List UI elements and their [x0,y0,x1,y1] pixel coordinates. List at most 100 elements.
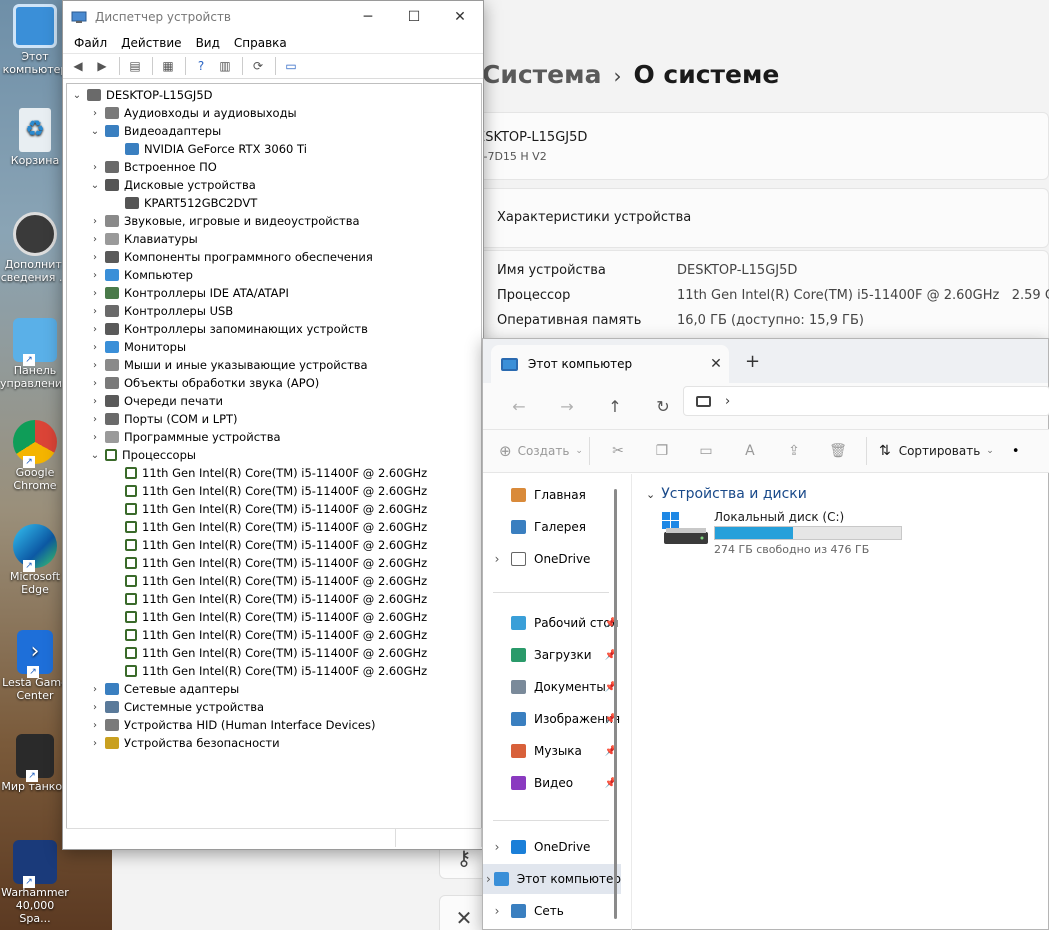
up-arrow-icon[interactable]: ↑ [591,397,639,416]
chevron-right-icon[interactable]: › [89,684,101,695]
tree-device[interactable]: 11th Gen Intel(R) Core(TM) i5-11400F @ 2… [67,626,481,644]
desktop-icon-lesta[interactable]: › ↗ Lesta Game Center [0,630,70,702]
chevron-down-icon[interactable]: ⌄ [89,126,101,137]
nav-scrollbar[interactable] [614,489,617,919]
nav-item[interactable]: Видео 📌 [483,768,621,798]
desktop-icon-extra-info[interactable]: Дополнит. сведения ... [0,212,70,284]
desktop-icon-warhammer[interactable]: ↗ Warhammer 40,000 Spa... [0,840,70,925]
tree-root[interactable]: ⌄ DESKTOP-L15GJ5D [67,86,481,104]
refresh-icon[interactable]: ↻ [639,397,687,416]
tree-device[interactable]: 11th Gen Intel(R) Core(TM) i5-11400F @ 2… [67,644,481,662]
chevron-right-icon[interactable]: › [483,872,494,886]
chevron-right-icon[interactable]: › [89,702,101,713]
chevron-down-icon[interactable]: ⌄ [71,90,83,101]
nav-item[interactable]: › Сеть [483,896,621,926]
cut-icon[interactable]: ✂ [596,443,640,459]
tree-device[interactable]: 11th Gen Intel(R) Core(TM) i5-11400F @ 2… [67,590,481,608]
create-button[interactable]: ⊕ Создать ⌄ [499,442,583,460]
details-icon[interactable]: ▥ [214,56,236,76]
drive-name[interactable]: Локальный диск (C:) [714,510,844,524]
tree-category[interactable]: › Устройства безопасности [67,734,481,752]
copy-icon[interactable]: ❐ [640,443,684,459]
chevron-right-icon[interactable]: › [89,324,101,335]
tree-category[interactable]: › Встроенное ПО [67,158,481,176]
tree-device[interactable]: 11th Gen Intel(R) Core(TM) i5-11400F @ 2… [67,500,481,518]
title-bar[interactable]: Диспетчер устройств ─ ☐ ✕ [63,1,483,33]
tree-device[interactable]: 11th Gen Intel(R) Core(TM) i5-11400F @ 2… [67,482,481,500]
tree-device[interactable]: 11th Gen Intel(R) Core(TM) i5-11400F @ 2… [67,554,481,572]
chevron-right-icon[interactable]: › [483,904,511,918]
tab-this-pc[interactable]: Этот компьютер ✕ [491,345,729,383]
tree-category[interactable]: › Компьютер [67,266,481,284]
close-tab-icon[interactable]: ✕ [703,356,729,372]
chevron-right-icon[interactable]: › [89,252,101,263]
nav-item[interactable]: Музыка 📌 [483,736,621,766]
scan-hardware-icon[interactable]: ▭ [280,56,302,76]
chevron-right-icon[interactable]: › [89,720,101,731]
chevron-right-icon[interactable]: › [89,216,101,227]
tree-device[interactable]: NVIDIA GeForce RTX 3060 Ti [67,140,481,158]
desktop-icon-control-panel[interactable]: ↗ Панель управлени... [0,318,73,390]
update-driver-icon[interactable]: ⟳ [247,56,269,76]
tree-category[interactable]: › Компоненты программного обеспечения [67,248,481,266]
tree-view-icon[interactable]: ▤ [124,56,146,76]
chevron-right-icon[interactable]: › [89,162,101,173]
tree-category[interactable]: › Звуковые, игровые и видеоустройства [67,212,481,230]
tree-device[interactable]: 11th Gen Intel(R) Core(TM) i5-11400F @ 2… [67,662,481,680]
menu-file[interactable]: Файл [67,36,114,50]
breadcrumb-parent[interactable]: Система [482,60,601,89]
tree-category[interactable]: ⌄ Процессоры [67,446,481,464]
desktop-icon-recycle-bin[interactable]: ♻ Корзина [0,108,70,167]
tree-category[interactable]: › Контроллеры USB [67,302,481,320]
rename-icon[interactable]: A [728,443,772,459]
tree-category[interactable]: › Контроллеры запоминающих устройств [67,320,481,338]
chevron-down-icon[interactable]: ⌄ [89,180,101,191]
chevron-right-icon[interactable]: › [483,552,511,566]
more-icon[interactable]: • [1012,444,1020,459]
nav-item[interactable]: Рабочий стол 📌 [483,608,621,638]
tree-device[interactable]: 11th Gen Intel(R) Core(TM) i5-11400F @ 2… [67,518,481,536]
device-tree[interactable]: ⌄ DESKTOP-L15GJ5D › Аудиовходы и аудиовых… [66,83,482,829]
chevron-right-icon[interactable]: › [89,396,101,407]
tree-category[interactable]: › Устройства HID (Human Interface Devices… [67,716,481,734]
tree-device[interactable]: 11th Gen Intel(R) Core(TM) i5-11400F @ 2… [67,572,481,590]
nav-item[interactable]: Главная [483,480,621,510]
tree-category[interactable]: › Клавиатуры [67,230,481,248]
chevron-down-icon[interactable]: ⌄ [89,450,101,461]
chevron-right-icon[interactable]: › [89,360,101,371]
chevron-right-icon[interactable]: › [89,288,101,299]
nav-item[interactable]: Загрузки 📌 [483,640,621,670]
chevron-right-icon[interactable]: › [725,394,730,409]
nav-item[interactable]: Изображения 📌 [483,704,621,734]
tree-category[interactable]: › Порты (COM и LPT) [67,410,481,428]
nav-item[interactable]: › Этот компьютер [483,864,621,894]
sort-button[interactable]: ⇅ Сортировать ⌄ [873,443,994,459]
chevron-right-icon[interactable]: › [483,840,511,854]
nav-item[interactable]: › OneDrive [483,832,621,862]
paste-icon[interactable]: ▭ [684,443,728,459]
share-icon[interactable]: ⇪ [772,443,816,459]
back-arrow-icon[interactable]: ← [495,397,543,416]
tree-category[interactable]: › Аудиовходы и аудиовыходы [67,104,481,122]
desktop-icon-tanks[interactable]: ↗ Мир танков [0,734,70,793]
minimize-button[interactable]: ─ [345,1,391,33]
tree-category[interactable]: ⌄ Дисковые устройства [67,176,481,194]
desktop-icon-edge[interactable]: ↗ Microsoft Edge [0,524,70,596]
tree-device[interactable]: 11th Gen Intel(R) Core(TM) i5-11400F @ 2… [67,536,481,554]
chevron-right-icon[interactable]: › [89,234,101,245]
tree-device[interactable]: KPART512GBC2DVT [67,194,481,212]
desktop-icon-this-pc[interactable]: Этот компьютер [0,4,70,76]
tree-category[interactable]: › Системные устройства [67,698,481,716]
nav-item[interactable]: › OneDrive [483,544,621,574]
tree-category[interactable]: › Сетевые адаптеры [67,680,481,698]
chevron-right-icon[interactable]: › [89,414,101,425]
tree-category[interactable]: › Очереди печати [67,392,481,410]
maximize-button[interactable]: ☐ [391,1,437,33]
help-icon[interactable]: ? [190,56,212,76]
forward-icon[interactable]: ▶ [91,56,113,76]
chevron-right-icon[interactable]: › [89,432,101,443]
drive-c-icon[interactable] [662,512,722,548]
chevron-right-icon[interactable]: › [89,738,101,749]
tree-device[interactable]: 11th Gen Intel(R) Core(TM) i5-11400F @ 2… [67,608,481,626]
menu-help[interactable]: Справка [227,36,294,50]
